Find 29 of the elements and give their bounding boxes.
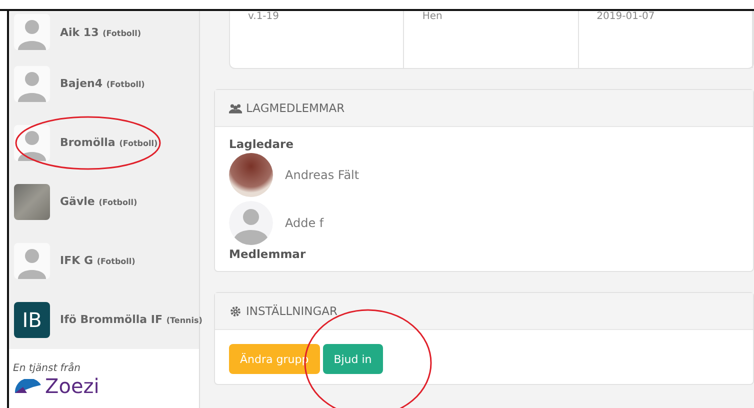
footer-caption: En tjänst från [13, 363, 82, 374]
photo-placeholder [229, 153, 273, 197]
team-name[interactable]: Aik 13 (Fotboll) [60, 26, 142, 38]
user-silhouette-icon [14, 242, 50, 278]
team-name[interactable]: Gävle (Fotboll) [60, 195, 138, 208]
team-name[interactable]: Bajen4 (Fotboll) [60, 77, 145, 90]
user-silhouette-icon [14, 124, 50, 160]
team-name[interactable]: Bromölla (Fotboll) [60, 136, 158, 149]
members-heading: Medlemmar [229, 247, 307, 261]
leaders-heading: Lagledare [229, 137, 295, 151]
section-title: LAGMEDLEMMAR [246, 101, 345, 115]
table-cell: Hen [404, 11, 579, 68]
table-cell: 2019-01-07 [578, 11, 753, 68]
user-silhouette-icon [14, 66, 50, 102]
team-name[interactable]: Ifö Brommölla IF (Tennis) [60, 313, 202, 326]
logo-icon [13, 379, 43, 393]
table-cell: v.1-19 [230, 11, 404, 68]
user-silhouette-icon [229, 201, 273, 245]
user-silhouette-icon [14, 14, 50, 50]
photo-placeholder [14, 184, 50, 220]
section-title: INSTÄLLNINGAR [246, 304, 338, 318]
logo-text: Zoezi [45, 376, 100, 396]
member-name[interactable]: Adde f [285, 216, 324, 230]
settings-icon [229, 306, 242, 316]
member-name[interactable]: Andreas Fält [285, 168, 360, 182]
team-name[interactable]: IFK G (Fotboll) [60, 254, 136, 267]
users-icon [229, 102, 242, 114]
action-button[interactable]: Bjud in [322, 344, 383, 374]
team-logo: IB [14, 302, 50, 338]
